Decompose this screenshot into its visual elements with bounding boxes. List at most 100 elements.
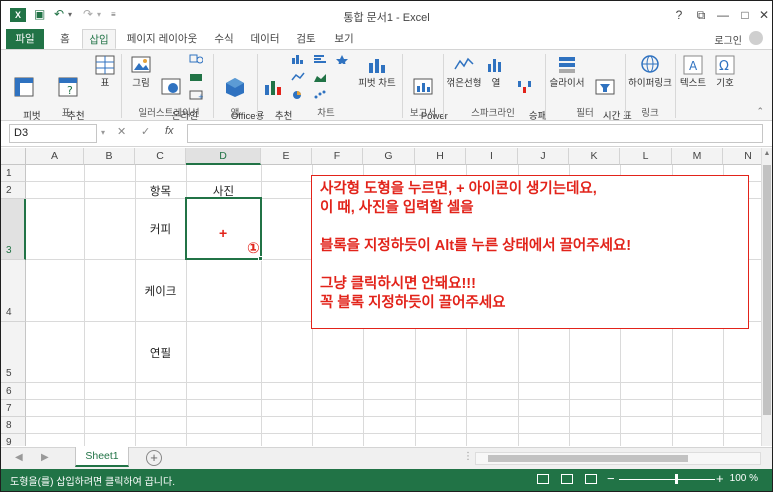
smartart-icon[interactable] [189,72,203,82]
tab-insert[interactable]: 삽입 [82,29,116,49]
row-header-6[interactable]: 6 [1,383,26,400]
row-header-9[interactable]: 9 [1,434,26,446]
redo-icon[interactable]: ↷ [83,7,93,21]
tab-split-handle-icon[interactable]: ⋮ [463,451,473,462]
column-header-a[interactable]: A [26,148,84,165]
help-icon[interactable]: ? [668,6,690,24]
row-header-5[interactable]: 5 [1,322,26,383]
collapse-ribbon-icon[interactable]: ⌃ [756,106,764,117]
customize-qat-icon[interactable]: ≡ [111,10,116,19]
text-button[interactable]: A 텍스트 [677,54,709,89]
excel-logo-icon: X [10,8,26,22]
tab-view[interactable]: 보기 [327,29,361,49]
column-header-g[interactable]: G [363,148,415,165]
sheet-next-icon[interactable]: ▶ [41,452,49,463]
pivot-table-icon [14,77,34,97]
column-header-c[interactable]: C [135,148,186,165]
add-sheet-icon[interactable]: + [146,450,162,466]
save-icon[interactable]: ▣ [34,7,45,21]
svg-text:Ω: Ω [719,59,729,74]
vertical-scrollbar[interactable]: ▲ [761,148,772,446]
insert-function-icon[interactable]: fx [165,125,174,137]
row-header-8[interactable]: 8 [1,417,26,434]
scroll-up-icon[interactable]: ▲ [762,150,772,160]
line-chart-icon[interactable] [291,72,305,82]
cell-c5[interactable]: 연필 [135,345,186,361]
formula-input[interactable] [187,124,763,143]
name-box-dropdown-icon[interactable]: ▾ [101,128,105,137]
tab-data[interactable]: 데이터 [245,29,285,49]
pie-chart-icon[interactable] [291,90,305,100]
row-header-7[interactable]: 7 [1,400,26,417]
sparkline-column-button[interactable]: 열 [485,54,507,89]
tab-review[interactable]: 검토 [289,29,323,49]
cell-c4[interactable]: 케이크 [135,283,186,299]
row-header-1[interactable]: 1 [1,165,26,182]
name-box[interactable]: D3 [9,124,97,143]
column-header-i[interactable]: I [466,148,518,165]
symbols-button[interactable]: Ω 기호 [711,54,739,89]
cancel-entry-icon[interactable]: ✕ [117,125,126,138]
user-avatar-icon[interactable] [749,31,763,45]
hyperlink-button[interactable]: 하이퍼링크 [627,54,673,89]
tab-formulas[interactable]: 수식 [207,29,241,49]
undo-icon[interactable]: ↶ [54,7,64,21]
vertical-scroll-thumb[interactable] [763,165,771,415]
ribbon-display-options-icon[interactable]: ⧉ [690,6,712,24]
undo-dropdown-icon[interactable]: ▾ [68,10,72,19]
page-layout-view-icon[interactable] [561,474,573,484]
cell-c3[interactable]: 커피 [135,221,186,237]
tab-page-layout[interactable]: 페이지 레이아웃 [122,29,202,49]
horizontal-scrollbar[interactable] [475,452,761,465]
horizontal-scroll-thumb[interactable] [488,455,688,462]
picture-button[interactable]: 그림 [128,54,154,89]
row-header-4[interactable]: 4 [1,260,26,322]
tab-file[interactable]: 파일 [6,29,44,49]
shapes-icon[interactable] [189,54,203,64]
normal-view-icon[interactable] [537,474,549,484]
slicer-button[interactable]: 슬라이서 [547,54,587,89]
crosshair-plus-marker: + [219,225,228,241]
pivot-chart-button[interactable]: 피벗 차트 [357,54,397,89]
sign-in-link[interactable]: 로그인 [714,32,742,47]
select-all-corner[interactable] [1,148,26,165]
other-charts-icon[interactable] [335,54,349,64]
column-header-n[interactable]: N [723,148,761,165]
row-header-2[interactable]: 2 [1,182,26,199]
zoom-slider[interactable] [619,479,715,480]
close-icon[interactable]: ✕ [753,6,772,24]
column-header-m[interactable]: M [672,148,723,165]
worksheet-grid[interactable]: A B C D E F G H I J K L M N 1 2 3 4 5 6 … [1,148,761,446]
sheet-tab-sheet1[interactable]: Sheet1 [75,447,129,467]
bar-chart-icon[interactable] [313,54,327,64]
area-chart-icon[interactable] [313,72,327,82]
zoom-out-icon[interactable]: − [607,471,615,486]
ribbon-tabs: 파일 홈 삽입 페이지 레이아웃 수식 데이터 검토 보기 로그인 [1,29,772,49]
minimize-icon[interactable]: — [712,6,734,24]
zoom-slider-knob[interactable] [675,474,678,484]
column-chart-icon[interactable] [291,54,305,64]
scatter-chart-icon[interactable] [313,90,327,100]
column-header-h[interactable]: H [415,148,466,165]
confirm-entry-icon[interactable]: ✓ [141,125,150,138]
gridline [26,399,761,400]
column-header-b[interactable]: B [84,148,135,165]
sheet-prev-icon[interactable]: ◀ [15,452,23,463]
table-button[interactable]: 표 [95,54,115,89]
group-label-charts: 차트 [317,108,335,119]
zoom-in-icon[interactable]: + [716,471,724,486]
column-header-l[interactable]: L [620,148,672,165]
column-header-j[interactable]: J [518,148,569,165]
page-break-view-icon[interactable] [585,474,597,484]
cell-c2[interactable]: 항목 [135,183,186,199]
column-header-d[interactable]: D [186,148,261,165]
column-header-k[interactable]: K [569,148,620,165]
row-header-3[interactable]: 3 [1,199,26,260]
column-header-e[interactable]: E [261,148,312,165]
zoom-level[interactable]: 100 % [730,473,758,484]
screenshot-icon[interactable]: + [189,90,203,100]
sparkline-line-button[interactable]: 꺾은선형 [445,54,483,89]
tab-home[interactable]: 홈 [51,29,79,49]
redo-dropdown-icon[interactable]: ▾ [97,10,101,19]
column-header-f[interactable]: F [312,148,363,165]
